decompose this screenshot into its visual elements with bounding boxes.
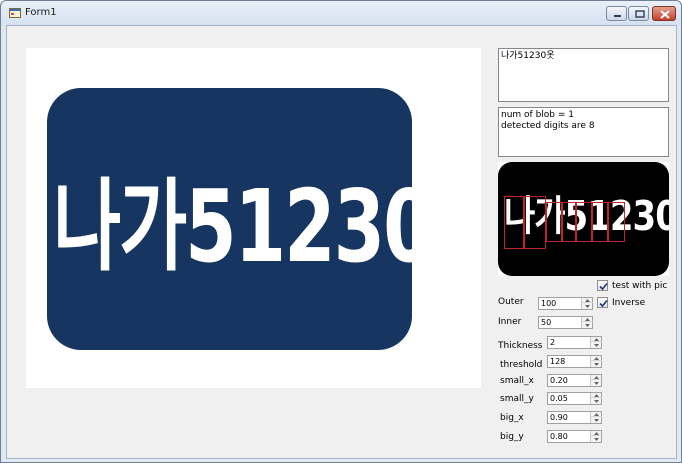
checkbox-box[interactable] — [597, 297, 608, 308]
form-app-icon — [9, 8, 21, 18]
spin-buttons[interactable] — [581, 298, 593, 309]
inner-input[interactable] — [540, 317, 579, 328]
small-x-input[interactable] — [549, 375, 588, 386]
spin-up-button[interactable] — [591, 412, 602, 417]
detected-blob-box — [504, 196, 524, 249]
inner-label: Inner — [498, 317, 522, 327]
checkbox-label: test with pic — [612, 281, 668, 291]
spin-up-button[interactable] — [591, 356, 602, 361]
spin-up-button[interactable] — [591, 393, 602, 398]
big-x-numeric-updown[interactable] — [547, 411, 602, 424]
chevron-down-icon — [585, 324, 590, 327]
thickness-numeric-updown[interactable] — [547, 336, 602, 349]
spin-down-button[interactable] — [591, 437, 602, 442]
chevron-down-icon — [594, 363, 599, 366]
chevron-down-icon — [594, 344, 599, 347]
detected-blob-box — [562, 202, 576, 242]
small-y-input[interactable] — [549, 393, 588, 404]
big-x-input[interactable] — [549, 412, 588, 423]
detected-blob-box — [608, 202, 625, 242]
chevron-up-icon — [594, 413, 599, 416]
outer-input[interactable] — [540, 298, 579, 309]
checkmark-icon — [599, 282, 608, 291]
spin-down-button[interactable] — [582, 323, 593, 328]
spin-down-button[interactable] — [591, 362, 602, 367]
chevron-up-icon — [594, 394, 599, 397]
chevron-up-icon — [585, 318, 590, 321]
small-y-numeric-updown[interactable] — [547, 392, 602, 405]
spin-down-button[interactable] — [591, 343, 602, 348]
threshold-label: threshold — [500, 360, 543, 370]
spin-buttons[interactable] — [590, 356, 602, 367]
small-x-label: small_x — [500, 376, 534, 386]
big-y-label: big_y — [500, 432, 524, 442]
inverse-checkbox[interactable]: Inverse — [597, 297, 682, 310]
processed-picture-box: 나가51230옷 — [498, 162, 669, 276]
spin-up-button[interactable] — [582, 298, 593, 303]
chevron-down-icon — [594, 382, 599, 385]
plate-characters: 나가51230옷 — [53, 168, 412, 286]
chevron-up-icon — [594, 376, 599, 379]
close-button[interactable] — [652, 6, 676, 21]
window-title: Form1 — [25, 7, 57, 18]
chevron-down-icon — [585, 305, 590, 308]
outer-numeric-updown[interactable] — [538, 297, 593, 310]
small-x-numeric-updown[interactable] — [547, 374, 602, 387]
processed-plate-image: 나가51230옷 — [498, 162, 669, 276]
minimize-icon — [614, 15, 621, 17]
threshold-numeric-updown[interactable] — [547, 355, 602, 368]
spin-buttons[interactable] — [590, 431, 602, 442]
chevron-up-icon — [594, 432, 599, 435]
maximize-icon — [635, 10, 645, 18]
minimize-button[interactable] — [606, 6, 627, 21]
detected-blob-box — [524, 196, 546, 249]
spin-down-button[interactable] — [591, 418, 602, 423]
detected-blob-box — [592, 202, 608, 242]
detected-blob-box — [546, 202, 562, 242]
chevron-up-icon — [585, 299, 590, 302]
spin-buttons[interactable] — [590, 412, 602, 423]
spin-up-button[interactable] — [591, 431, 602, 436]
inner-numeric-updown[interactable] — [538, 316, 593, 329]
spin-buttons[interactable] — [590, 375, 602, 386]
chevron-up-icon — [594, 338, 599, 341]
spin-buttons[interactable] — [581, 317, 593, 328]
outer-label: Outer — [498, 297, 524, 307]
chevron-down-icon — [594, 400, 599, 403]
spin-buttons[interactable] — [590, 337, 602, 348]
thickness-input[interactable] — [549, 337, 588, 348]
small-y-label: small_y — [500, 394, 534, 404]
license-plate-image: 나가51230옷 — [47, 88, 412, 350]
big-x-label: big_x — [500, 413, 524, 423]
big-y-numeric-updown[interactable] — [547, 430, 602, 443]
spin-up-button[interactable] — [591, 375, 602, 380]
form-client-area: 나가51230옷 나가51230옷 num of blob = 1 detect… — [6, 25, 677, 459]
spin-down-button[interactable] — [582, 304, 593, 309]
spin-buttons[interactable] — [590, 393, 602, 404]
checkmark-icon — [599, 299, 608, 308]
log-text-box[interactable]: num of blob = 1 detected digits are 8 — [498, 107, 669, 157]
big-y-input[interactable] — [549, 431, 588, 442]
threshold-input[interactable] — [549, 356, 588, 367]
chevron-up-icon — [594, 357, 599, 360]
chevron-down-icon — [594, 419, 599, 422]
title-bar[interactable]: Form1 — [1, 1, 681, 25]
main-window: Form1 나가51230옷 나가51230옷 num of blob = 1 … — [0, 0, 682, 463]
recognized-text-box[interactable]: 나가51230옷 — [498, 48, 669, 102]
detected-blob-box — [576, 202, 592, 242]
checkbox-label: Inverse — [612, 298, 646, 308]
spin-down-button[interactable] — [591, 399, 602, 404]
checkbox-box[interactable] — [597, 280, 608, 291]
test-with-pic-checkbox[interactable]: test with pic — [597, 280, 682, 293]
close-icon — [660, 10, 670, 19]
source-picture-box: 나가51230옷 — [26, 48, 481, 388]
maximize-button[interactable] — [628, 6, 649, 21]
thickness-label: Thickness — [498, 341, 543, 351]
spin-down-button[interactable] — [591, 381, 602, 386]
chevron-down-icon — [594, 438, 599, 441]
spin-up-button[interactable] — [591, 337, 602, 342]
spin-up-button[interactable] — [582, 317, 593, 322]
